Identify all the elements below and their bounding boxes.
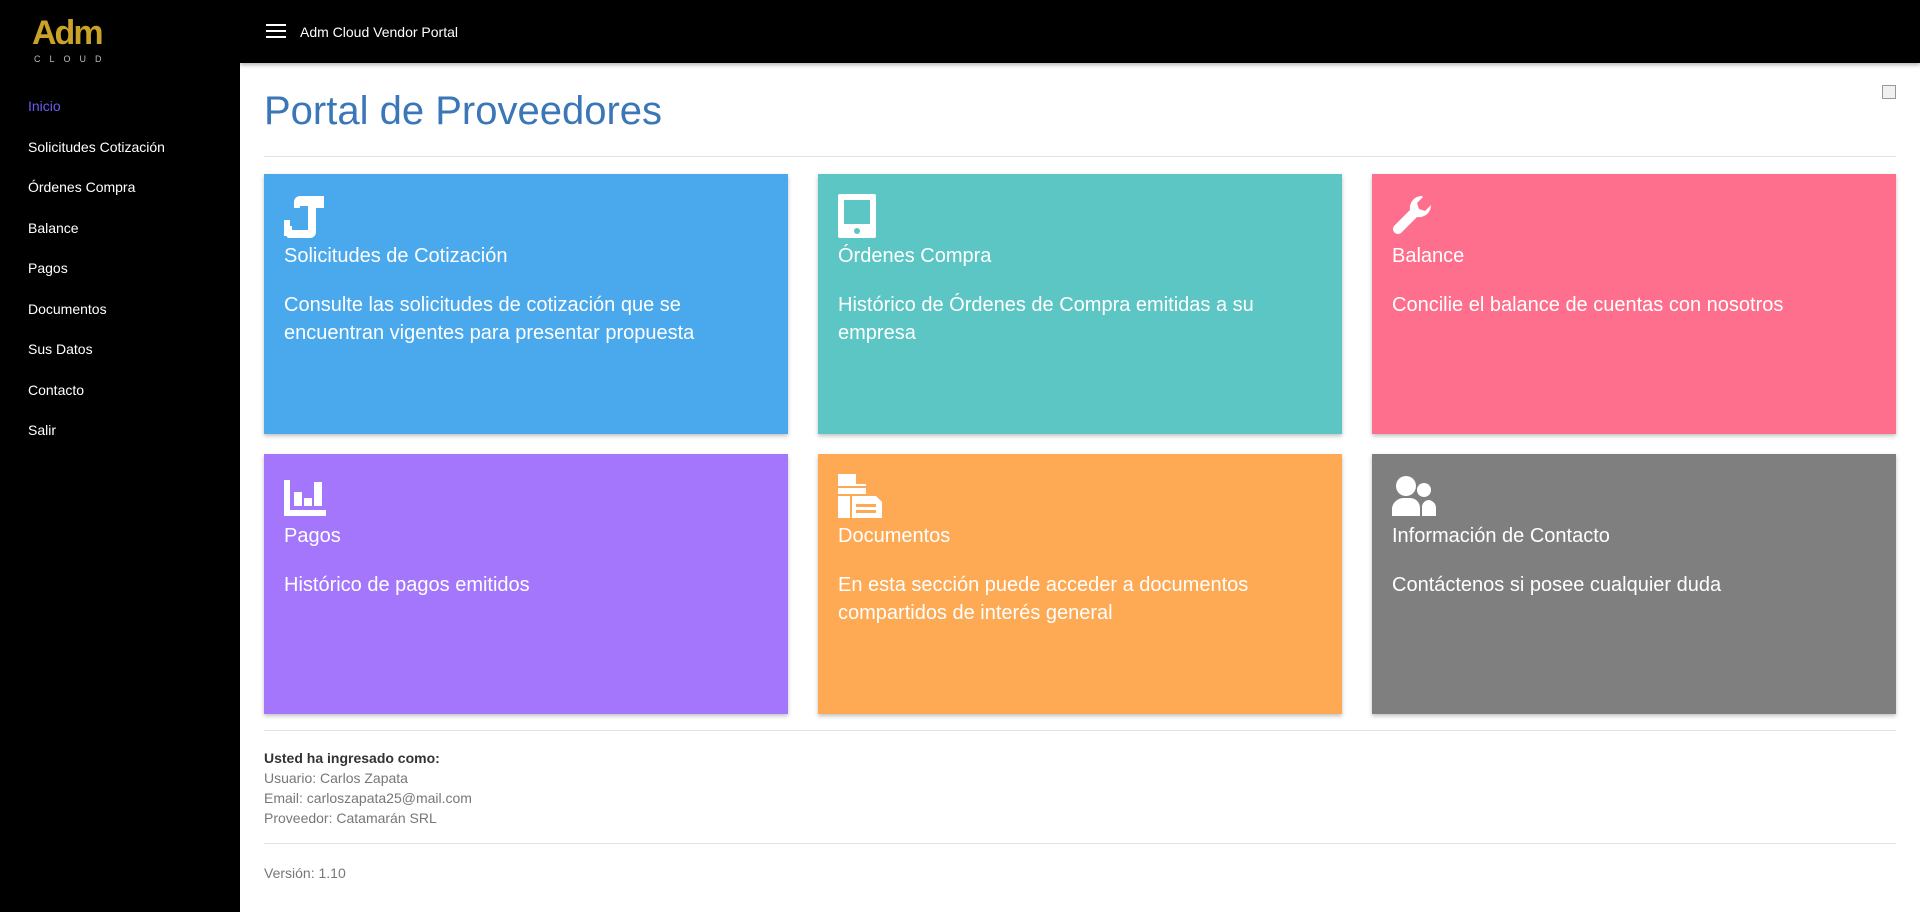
wrench-icon [1393, 195, 1432, 234]
card-title: Documentos [838, 525, 951, 547]
user-info: Usted ha ingresado como: Usuario: Carlos… [264, 748, 472, 828]
divider [264, 730, 1896, 731]
brand-logo[interactable]: Adm CLOUD [30, 14, 114, 68]
card-solicitudes-cotizacion[interactable]: Solicitudes de Cotización Consulte las s… [264, 174, 788, 434]
user-info-heading: Usted ha ingresado como: [264, 750, 440, 766]
sidebar-item-ordenes-compra[interactable]: Órdenes Compra [0, 167, 240, 208]
card-balance[interactable]: Balance Concilie el balance de cuentas c… [1372, 174, 1896, 434]
sidebar-item-sus-datos[interactable]: Sus Datos [0, 329, 240, 370]
user-info-usuario: Usuario: Carlos Zapata [264, 770, 408, 786]
card-documentos[interactable]: Documentos En esta sección puede acceder… [818, 454, 1342, 714]
card-description: Consulte las solicitudes de cotización q… [284, 294, 695, 344]
sidebar-item-balance[interactable]: Balance [0, 208, 240, 249]
sidebar-item-salir[interactable]: Salir [0, 410, 240, 451]
sidebar-item-documentos[interactable]: Documentos [0, 289, 240, 330]
card-description: Histórico de pagos emitidos [284, 574, 530, 596]
divider [264, 156, 1896, 157]
card-informacion-contacto[interactable]: Información de Contacto Contáctenos si p… [1372, 454, 1896, 714]
card-description: Histórico de Órdenes de Compra emitidas … [838, 294, 1254, 344]
documents-icon [838, 474, 882, 518]
card-title: Balance [1392, 245, 1465, 267]
sidebar-item-pagos[interactable]: Pagos [0, 248, 240, 289]
card-pagos[interactable]: Pagos Histórico de pagos emitidos [264, 454, 788, 714]
user-info-proveedor: Proveedor: Catamarán SRL [264, 810, 437, 826]
app-title: Adm Cloud Vendor Portal [300, 24, 458, 40]
divider [264, 843, 1896, 844]
card-description: Contáctenos si posee cualquier duda [1392, 574, 1722, 596]
card-ordenes-compra[interactable]: Órdenes Compra Histórico de Órdenes de C… [818, 174, 1342, 434]
tablet-icon [838, 194, 876, 238]
hamburger-menu-icon[interactable] [266, 24, 286, 40]
sidebar-nav: Inicio Solicitudes Cotización Órdenes Co… [0, 86, 240, 451]
logo-subtext: CLOUD [34, 54, 111, 64]
page-title: Portal de Proveedores [264, 89, 663, 133]
card-description: Concilie el balance de cuentas con nosot… [1392, 294, 1784, 316]
broken-image-icon [1882, 85, 1896, 99]
user-info-email: Email: carloszapata25@mail.com [264, 790, 472, 806]
card-title: Órdenes Compra [838, 245, 992, 267]
contacts-icon [1392, 476, 1436, 516]
sidebar-item-solicitudes-cotizacion[interactable]: Solicitudes Cotización [0, 127, 240, 168]
card-title: Pagos [284, 525, 341, 547]
version-label: Versión: 1.10 [264, 865, 346, 881]
sidebar-item-inicio[interactable]: Inicio [0, 86, 240, 127]
bar-chart-icon [284, 480, 326, 516]
card-description: En esta sección puede acceder a document… [838, 574, 1249, 624]
scroll-icon [284, 196, 324, 238]
sidebar-item-contacto[interactable]: Contacto [0, 370, 240, 411]
sidebar: Adm CLOUD Inicio Solicitudes Cotización … [0, 0, 240, 912]
top-app-bar: Adm Cloud Vendor Portal [240, 0, 1920, 63]
card-title: Solicitudes de Cotización [284, 245, 508, 267]
logo-text: Adm [32, 14, 104, 52]
card-title: Información de Contacto [1392, 525, 1610, 547]
